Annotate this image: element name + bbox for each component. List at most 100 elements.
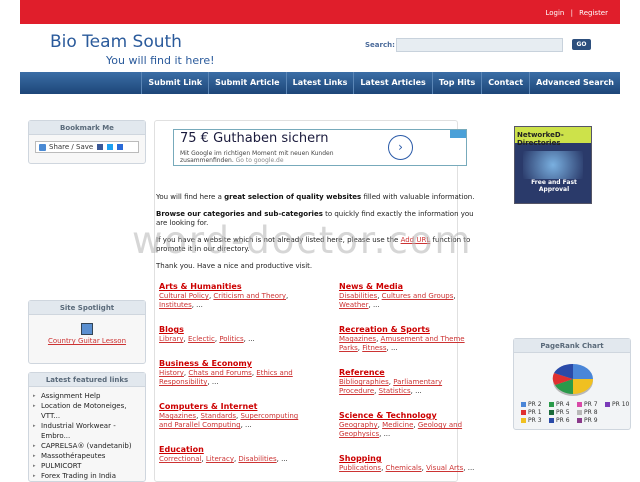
chevron-right-icon[interactable]: › xyxy=(388,135,413,160)
more-ellipsis: ... xyxy=(248,335,255,343)
nav-latest-links[interactable]: Latest Links xyxy=(285,72,354,94)
subcategory-link[interactable]: Eclectic xyxy=(188,335,215,343)
more-ellipsis: ... xyxy=(245,421,252,429)
subcategory-link[interactable]: Magazines xyxy=(339,335,376,343)
category-subs: Magazines, Standards, Supercomputing and… xyxy=(159,412,299,429)
subcategory-link[interactable]: History xyxy=(159,369,184,377)
subcategory-link[interactable]: Criticism and Theory xyxy=(213,292,286,300)
google-ad[interactable]: 75 € Guthaben sichern Mit Google im rich… xyxy=(173,129,467,166)
category-title[interactable]: Reference xyxy=(339,367,479,378)
nav-contact[interactable]: Contact xyxy=(481,72,529,94)
subcategory-link[interactable]: Institutes xyxy=(159,301,192,309)
legend-item: PR 5 xyxy=(549,409,577,416)
category-subs: Publications, Chemicals, Visual Arts, ..… xyxy=(339,464,475,472)
featured-item[interactable]: CAPRELSA® (vandetanib) xyxy=(33,441,145,451)
legend-swatch xyxy=(577,410,582,415)
subcategory-link[interactable]: Library xyxy=(159,335,183,343)
subcategory-link[interactable]: Politics xyxy=(219,335,243,343)
page: Login | Register Bio Team South You will… xyxy=(20,0,631,482)
subcategory-link[interactable]: Publications xyxy=(339,464,381,472)
spotlight-title: Site Spotlight xyxy=(29,301,145,315)
featured-item[interactable]: Industrial Workwear - Embro... xyxy=(33,421,145,441)
subcategory-link[interactable]: Statistics xyxy=(379,387,411,395)
banner-footer: Free and Fast Approval xyxy=(531,179,577,193)
legend-swatch xyxy=(549,410,554,415)
bookmark-panel: Bookmark Me Share / Save xyxy=(28,120,146,164)
intro-p1-bold: great selection of quality websites xyxy=(224,193,362,201)
legend-item: PR 10 xyxy=(605,401,633,408)
subcategory-link[interactable]: Disabilities xyxy=(339,292,377,300)
subcategory-link[interactable]: Visual Arts xyxy=(426,464,463,472)
search-input[interactable] xyxy=(396,38,563,52)
subcategory-link[interactable]: Geography xyxy=(339,421,378,429)
intro-p1-a: You will find here a xyxy=(156,193,225,201)
ad-domain[interactable]: Go to google.de xyxy=(236,157,284,164)
spotlight-image-icon xyxy=(81,323,93,335)
subcategory-link[interactable]: Weather xyxy=(339,301,368,309)
more-ellipsis: ... xyxy=(211,378,219,386)
nav-top-hits[interactable]: Top Hits xyxy=(431,72,481,94)
featured-title: Latest featured links xyxy=(29,373,145,387)
nav-submit-article[interactable]: Submit Article xyxy=(208,72,285,94)
intro-p3: If you have a website which is not alrea… xyxy=(156,236,476,254)
site-title[interactable]: Bio Team South xyxy=(50,32,182,52)
category-subs: Correctional, Literacy, Disabilities, ..… xyxy=(159,455,288,463)
nav-latest-articles[interactable]: Latest Articles xyxy=(353,72,432,94)
more-ellipsis: ... xyxy=(383,430,391,438)
category-title[interactable]: Arts & Humanities xyxy=(159,281,309,292)
legend-item: PR 1 xyxy=(521,409,549,416)
legend-swatch xyxy=(577,418,582,423)
featured-item[interactable]: Location de Motoneiges, VTT... xyxy=(33,401,145,421)
pagerank-title: PageRank Chart xyxy=(514,339,630,353)
category-title[interactable]: Education xyxy=(159,444,309,455)
category-title[interactable]: Blogs xyxy=(159,324,309,335)
featured-item[interactable]: Massothérapeutes xyxy=(33,451,145,461)
subcategory-link[interactable]: Correctional xyxy=(159,455,201,463)
category-title[interactable]: Science & Technology xyxy=(339,410,479,421)
search-go-button[interactable]: GO xyxy=(572,39,591,50)
subcategory-link[interactable]: Magazines xyxy=(159,412,196,420)
subcategory-link[interactable]: Disabilities xyxy=(238,455,276,463)
share-icon xyxy=(39,143,46,151)
subcategory-link[interactable]: Literacy xyxy=(206,455,234,463)
subcategory-link[interactable]: Cultures and Groups xyxy=(382,292,454,300)
category-subs: Disabilities, Cultures and Groups, Weath… xyxy=(339,292,456,309)
ad-choices-icon[interactable] xyxy=(450,130,466,138)
category-block: Recreation & Sports Magazines, Amusement… xyxy=(339,324,479,353)
banner-title: NetworkeD-Directories xyxy=(517,131,564,147)
ad-headline[interactable]: 75 € Guthaben sichern xyxy=(180,131,328,146)
subcategory-link[interactable]: Medicine xyxy=(382,421,413,429)
category-title[interactable]: Business & Economy xyxy=(159,358,309,369)
spotlight-link[interactable]: Country Guitar Lesson xyxy=(29,337,145,345)
featured-item[interactable]: Assignment Help xyxy=(33,391,145,401)
subcategory-link[interactable]: Standards xyxy=(201,412,237,420)
add-url-link[interactable]: Add URL xyxy=(401,236,431,244)
legend-swatch xyxy=(549,402,554,407)
category-title[interactable]: Computers & Internet xyxy=(159,401,309,412)
subcategory-link[interactable]: Fitness xyxy=(362,344,386,352)
nav-advanced-search[interactable]: Advanced Search xyxy=(529,72,620,94)
category-title[interactable]: Recreation & Sports xyxy=(339,324,479,335)
facebook-icon xyxy=(97,144,104,150)
category-subs: Magazines, Amusement and Theme Parks, Fi… xyxy=(339,335,465,352)
subcategory-link[interactable]: Cultural Policy xyxy=(159,292,209,300)
category-title[interactable]: Shopping xyxy=(339,453,479,464)
nav-submit-link[interactable]: Submit Link xyxy=(141,72,208,94)
subcategory-link[interactable]: Bibliographies xyxy=(339,378,389,386)
featured-item[interactable]: PULMICORT xyxy=(33,461,145,471)
account-links: Login | Register xyxy=(545,9,608,17)
subcategory-link[interactable]: Chemicals xyxy=(386,464,422,472)
category-title[interactable]: News & Media xyxy=(339,281,479,292)
intro-p4: Thank you. Have a nice and productive vi… xyxy=(156,262,313,270)
register-link[interactable]: Register xyxy=(579,9,608,17)
networked-directories-banner[interactable]: NetworkeD-Directories Free and Fast Appr… xyxy=(514,126,592,204)
legend-swatch xyxy=(549,418,554,423)
featured-item[interactable]: Forex Trading in India xyxy=(33,471,145,481)
legend-label: PR 9 xyxy=(584,417,598,424)
category-subs: Bibliographies, Parliamentary Procedure,… xyxy=(339,378,443,395)
site-tagline: You will find it here! xyxy=(106,54,215,67)
share-save-button[interactable]: Share / Save xyxy=(35,141,139,153)
login-link[interactable]: Login xyxy=(545,9,564,17)
subcategory-link[interactable]: Chats and Forums xyxy=(188,369,251,377)
legend-item: PR 4 xyxy=(549,401,577,408)
